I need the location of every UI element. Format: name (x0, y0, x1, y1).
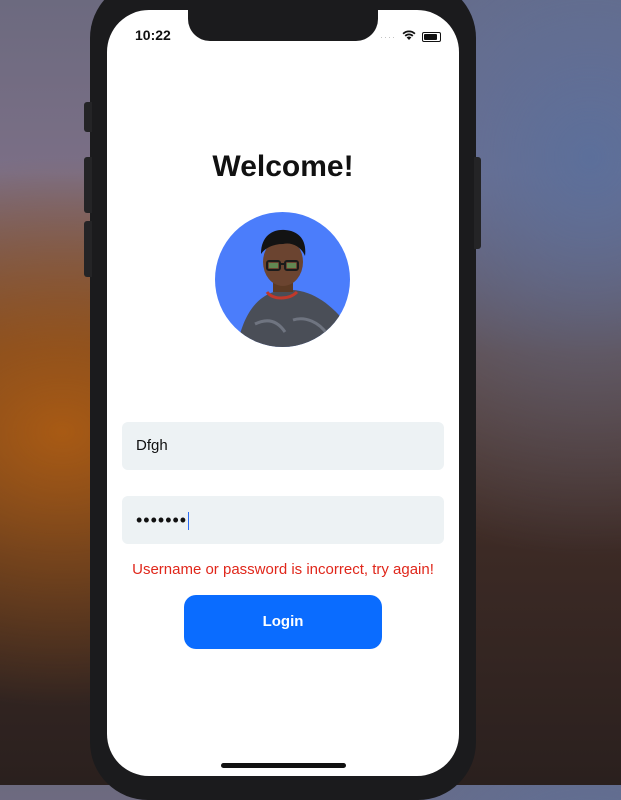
signal-icon: ···· (380, 32, 396, 42)
password-field[interactable]: ••••••• (122, 496, 444, 544)
avatar (215, 212, 350, 347)
error-message: Username or password is incorrect, try a… (132, 561, 434, 578)
power-button (474, 157, 481, 249)
battery-icon (422, 32, 441, 42)
password-dots: ••••••• (136, 510, 188, 530)
page-title: Welcome! (212, 150, 354, 183)
status-time: 10:22 (135, 27, 171, 43)
login-button[interactable]: Login (184, 595, 382, 649)
volume-up-button (84, 157, 92, 213)
status-icons: ···· (380, 28, 441, 46)
notch (188, 10, 378, 41)
wifi-icon (401, 28, 417, 46)
app-screen: 10:22 ···· Welcome! Dfgh ••••••• Usernam… (107, 10, 459, 776)
username-field[interactable]: Dfgh (122, 422, 444, 470)
text-cursor (188, 512, 190, 531)
profile-photo (237, 229, 350, 347)
silent-switch (84, 102, 92, 132)
volume-down-button (84, 221, 92, 277)
home-indicator (221, 763, 346, 768)
